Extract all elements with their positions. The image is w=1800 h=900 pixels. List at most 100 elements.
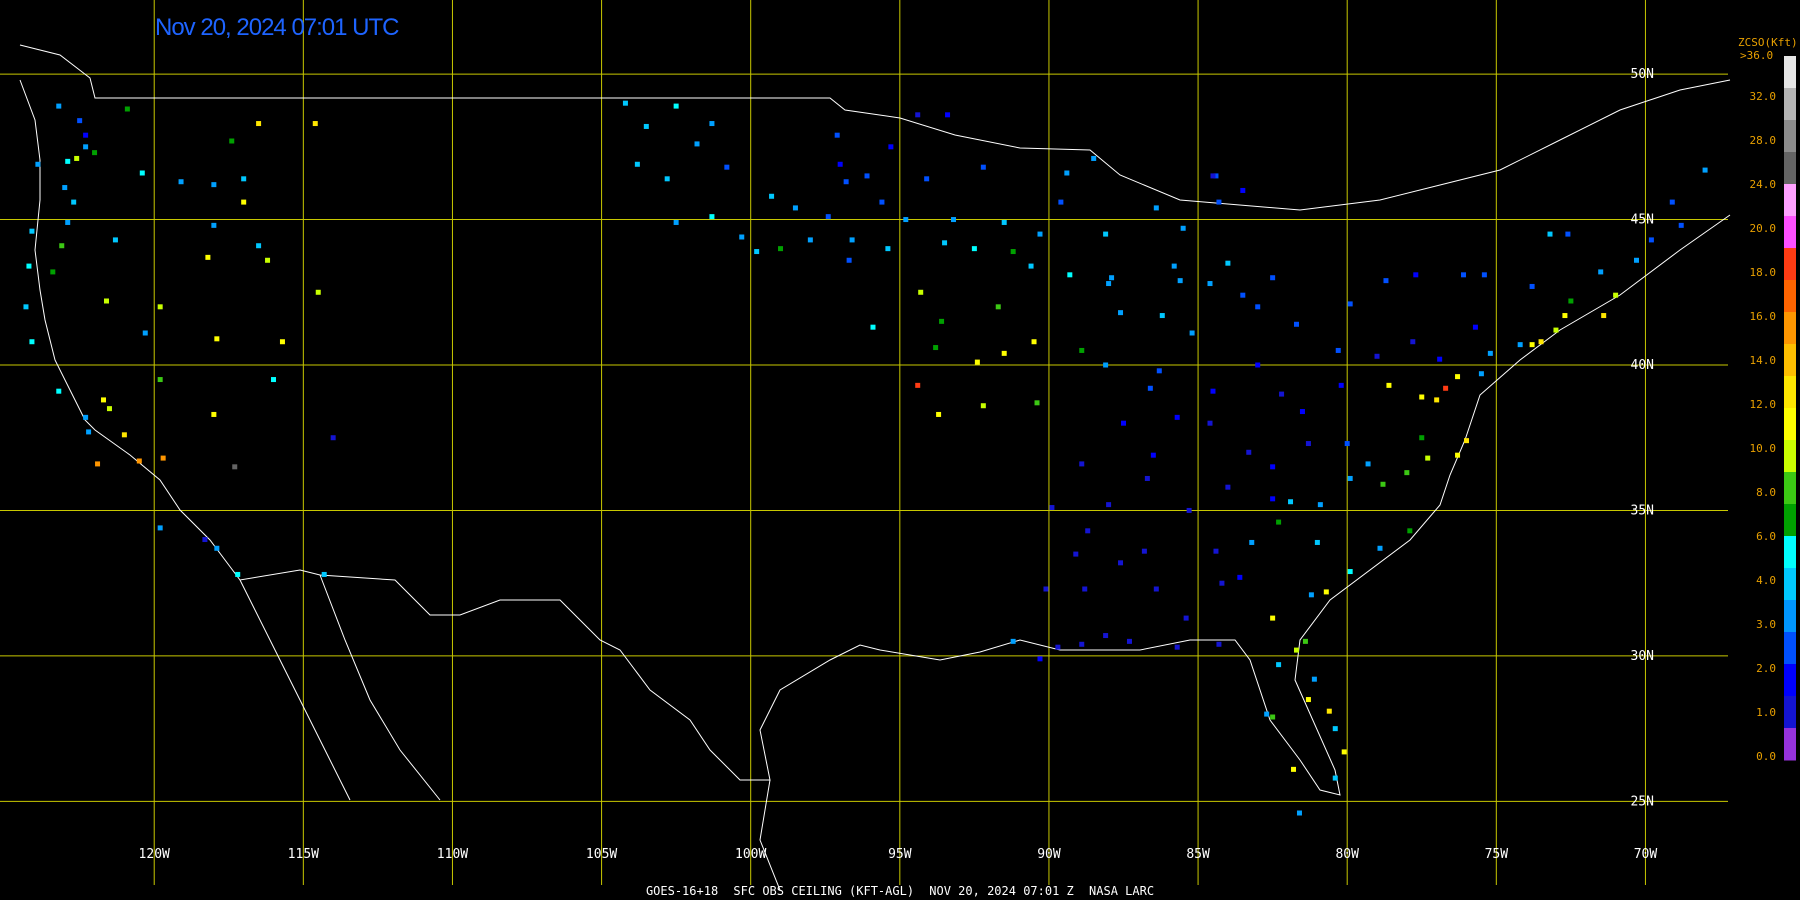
station-marker	[724, 164, 730, 170]
station-marker	[1174, 644, 1180, 650]
station-marker	[634, 161, 640, 167]
state-borders	[19, 44, 1731, 891]
station-marker	[1055, 644, 1061, 650]
colorbar-swatch	[1784, 632, 1796, 665]
station-marker	[235, 571, 241, 577]
station-marker	[1121, 420, 1127, 426]
station-marker	[312, 121, 318, 127]
station-marker	[62, 185, 68, 191]
station-marker	[936, 411, 942, 417]
station-marker	[1314, 539, 1320, 545]
station-marker	[1702, 167, 1708, 173]
lon-label: 105W	[586, 847, 617, 862]
station-marker	[92, 150, 98, 156]
station-marker	[83, 144, 89, 150]
colorbar-swatch	[1784, 536, 1796, 569]
station-marker	[232, 464, 238, 470]
lon-label: 110W	[437, 847, 468, 862]
station-marker	[1487, 350, 1493, 356]
station-marker	[1276, 519, 1282, 525]
station-marker	[1118, 560, 1124, 566]
station-marker	[885, 246, 891, 252]
station-marker	[1529, 342, 1535, 348]
station-marker	[673, 219, 679, 225]
colorbar-swatch	[1784, 88, 1796, 121]
station-marker	[1365, 461, 1371, 467]
station-marker	[1404, 470, 1410, 476]
station-marker	[1028, 263, 1034, 269]
station-marker	[1213, 548, 1219, 554]
station-marker	[1407, 528, 1413, 534]
station-marker	[924, 176, 930, 182]
station-marker	[1067, 272, 1073, 278]
station-marker	[1255, 362, 1261, 368]
colorbar-swatch	[1784, 472, 1796, 505]
station-marker	[1237, 574, 1243, 580]
station-marker	[1601, 313, 1607, 319]
footer-datetime: NOV 20, 2024 07:01 Z	[929, 884, 1074, 898]
station-marker	[1049, 505, 1055, 511]
station-marker	[807, 237, 813, 243]
station-marker	[265, 257, 271, 263]
station-marker	[945, 112, 951, 118]
station-marker	[1118, 310, 1124, 316]
station-marker	[709, 214, 715, 220]
station-marker	[1270, 464, 1276, 470]
station-marker	[106, 406, 112, 412]
station-marker	[56, 388, 62, 394]
station-marker	[971, 246, 977, 252]
colorbar-label: 6.0	[1756, 530, 1776, 543]
station-marker	[1291, 766, 1297, 772]
station-marker	[65, 219, 71, 225]
station-marker	[1669, 199, 1675, 205]
colorbar-label: 14.0	[1750, 354, 1777, 367]
station-marker	[1219, 580, 1225, 586]
station-marker	[1240, 187, 1246, 193]
station-marker	[1678, 222, 1684, 228]
lat-label: 45N	[1631, 213, 1654, 228]
station-marker	[1270, 714, 1276, 720]
colorbar-swatch	[1784, 376, 1796, 409]
station-marker	[1147, 385, 1153, 391]
station-marker	[980, 403, 986, 409]
station-marker	[211, 182, 217, 188]
lat-label: 40N	[1631, 358, 1654, 373]
station-marker	[1270, 615, 1276, 621]
station-marker	[1565, 231, 1571, 237]
station-marker	[1279, 391, 1285, 397]
station-marker	[1153, 205, 1159, 211]
station-marker	[739, 234, 745, 240]
station-marker	[1249, 539, 1255, 545]
station-marker	[29, 339, 35, 345]
lon-label: 90W	[1037, 847, 1061, 862]
station-marker	[1386, 382, 1392, 388]
station-marker	[1305, 697, 1311, 703]
station-marker	[229, 138, 235, 144]
station-marker	[1246, 449, 1252, 455]
station-marker	[1481, 272, 1487, 278]
station-marker	[1305, 441, 1311, 447]
colorbar: ZCSO(Kft) >36.0 32.0 28.0 24.0 20.0 18.0 16.0…	[1738, 36, 1798, 763]
station-marker	[160, 455, 166, 461]
station-marker	[241, 199, 247, 205]
station-marker	[1216, 641, 1222, 647]
station-marker	[256, 121, 262, 127]
station-marker	[1568, 298, 1574, 304]
colorbar-swatch	[1784, 408, 1796, 441]
station-marker	[903, 217, 909, 223]
footer-caption: GOES-16+18 SFC OBS CEILING (KFT-AGL) NOV…	[0, 884, 1800, 898]
colorbar-swatch	[1784, 344, 1796, 377]
station-marker	[1207, 281, 1213, 287]
station-marker	[124, 106, 130, 112]
station-marker	[1517, 342, 1523, 348]
station-marker	[1156, 368, 1162, 374]
colorbar-label: 16.0	[1750, 310, 1777, 323]
station-marker	[101, 397, 107, 403]
station-marker	[157, 304, 163, 310]
station-marker	[1180, 225, 1186, 231]
station-marker	[843, 179, 849, 185]
station-marker	[1106, 502, 1112, 508]
station-marker	[1264, 711, 1270, 717]
station-marker	[1332, 726, 1338, 732]
station-marker	[769, 193, 775, 199]
